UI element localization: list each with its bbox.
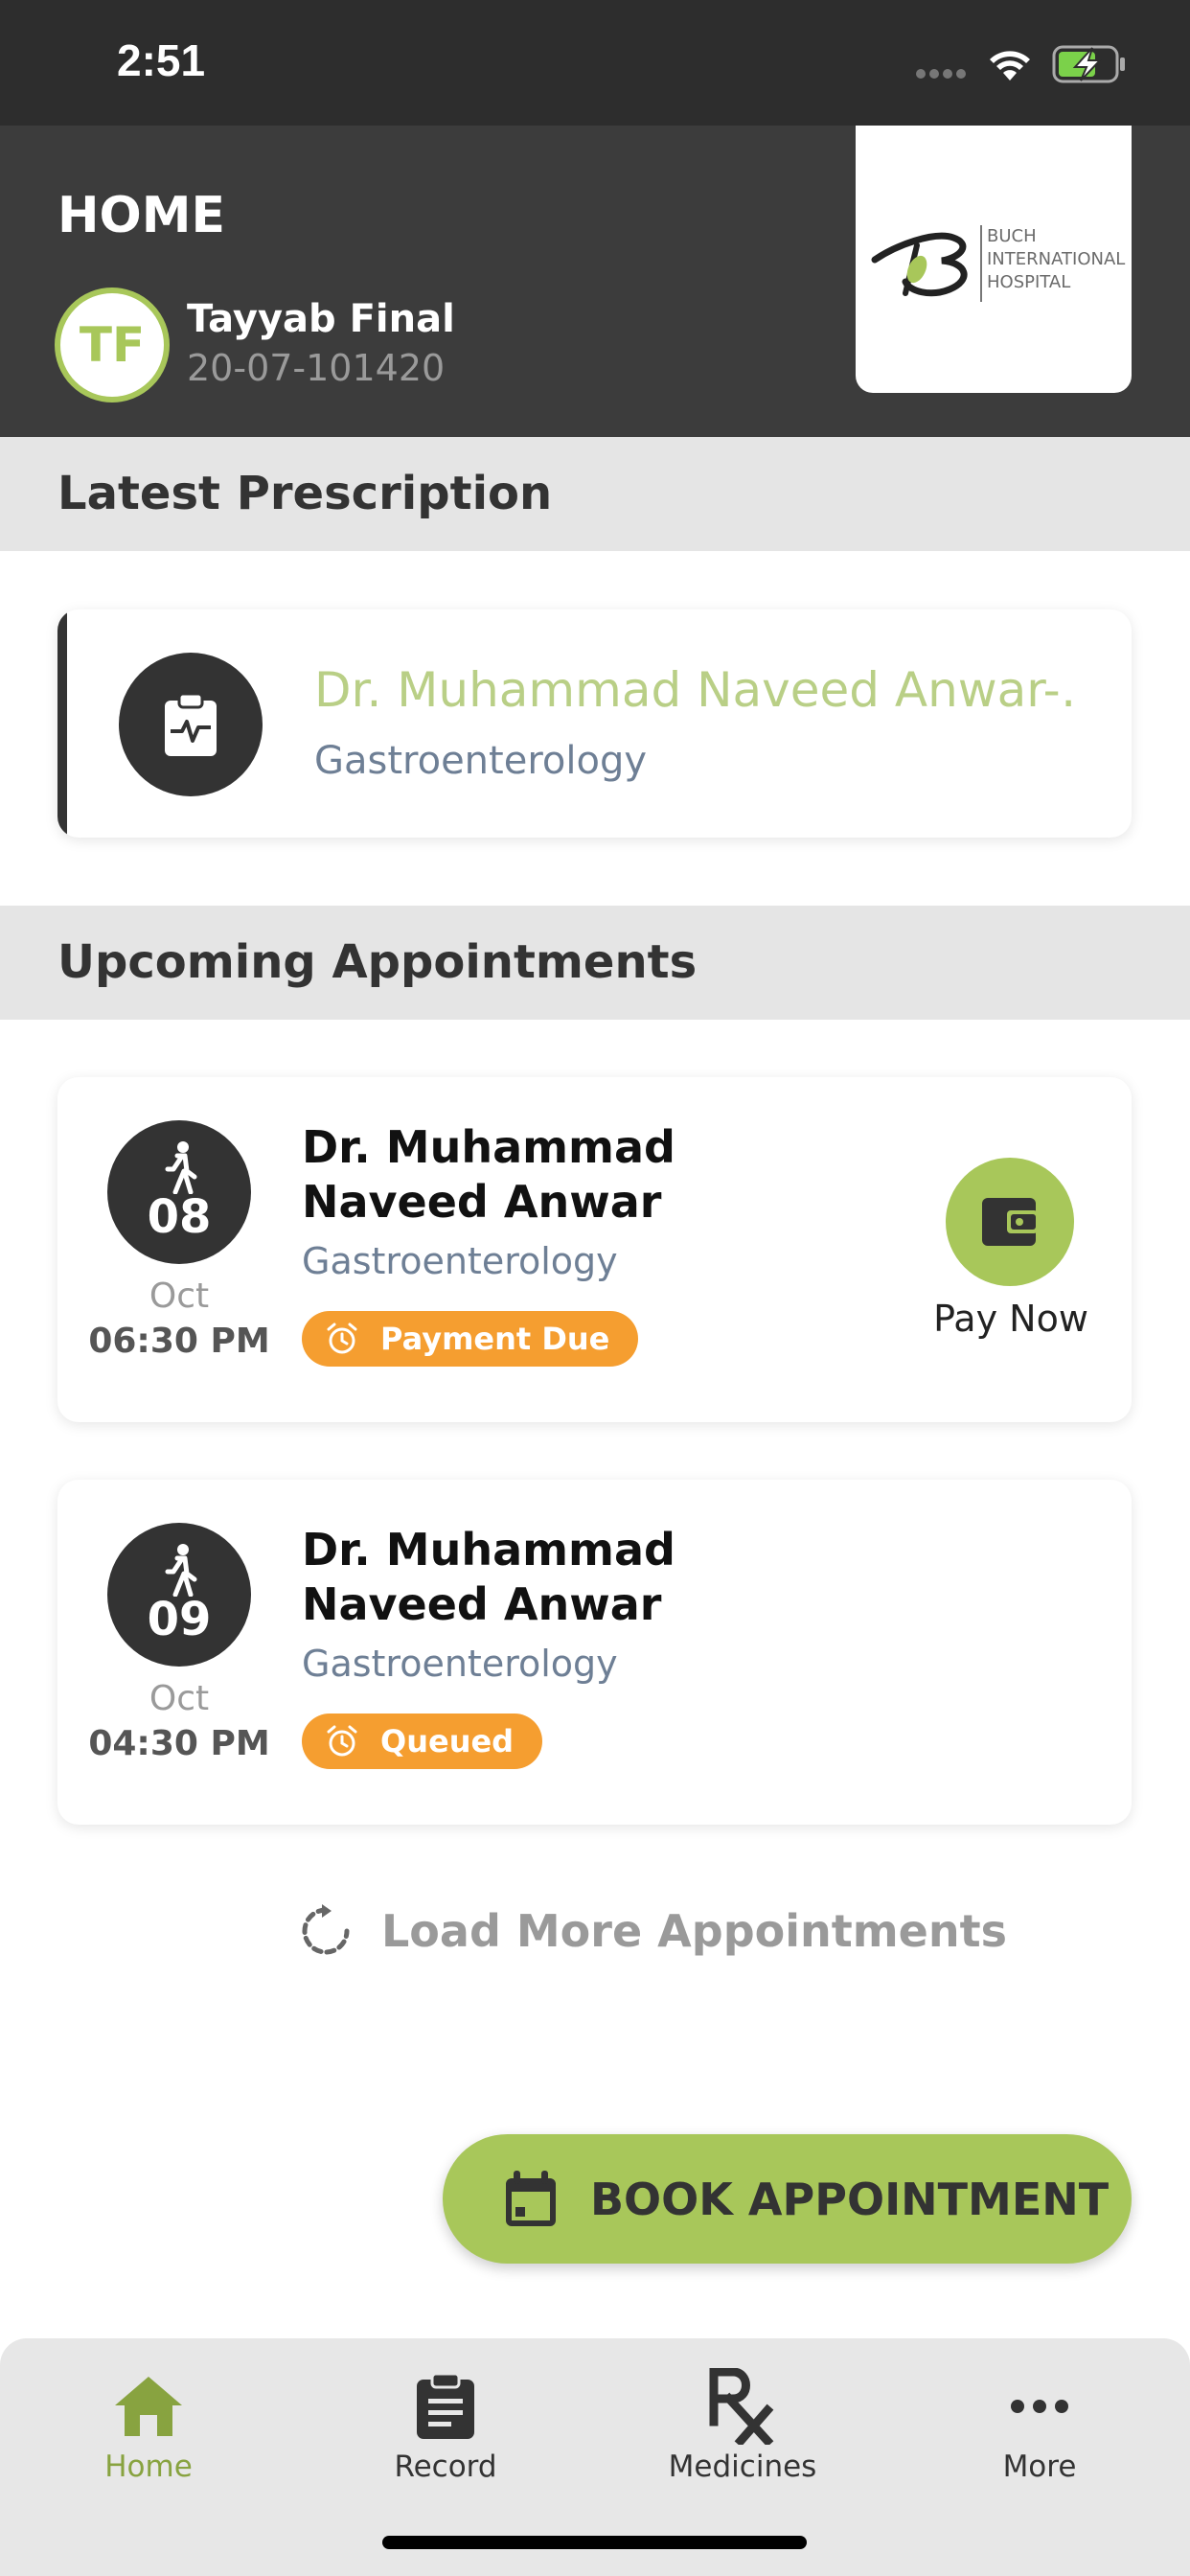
appointment-doctor: Dr. Muhammad Naveed Anwar xyxy=(302,1524,675,1630)
walking-icon xyxy=(165,1544,197,1597)
book-appointment-label[interactable]: BOOK APPOINTMENT xyxy=(590,2174,1109,2225)
load-more-label[interactable]: Load More Appointments xyxy=(381,1905,1007,1957)
appointment-card[interactable]: 08 Oct 06:30 PM Dr. Muhammad Naveed Anwa… xyxy=(57,1077,1132,1422)
alarm-icon xyxy=(327,1322,357,1354)
tab-label: Medicines xyxy=(668,2450,817,2484)
appointment-day: 08 xyxy=(147,1190,212,1244)
hospital-logo-mark xyxy=(871,232,968,297)
walking-icon xyxy=(165,1141,197,1194)
load-more-button[interactable]: Load More Appointments xyxy=(297,1898,1007,1965)
tab-label: Record xyxy=(394,2450,497,2484)
status-badge: Queued xyxy=(302,1714,543,1769)
status-time: 2:51 xyxy=(117,35,206,85)
tab-label: More xyxy=(1002,2450,1077,2484)
logo-divider xyxy=(980,225,982,302)
status-bar: 2:51 xyxy=(0,0,1190,126)
prescription-specialty: Gastroenterology xyxy=(314,739,648,783)
tab-home[interactable]: Home xyxy=(0,2338,297,2501)
section-title-prescription: Latest Prescription xyxy=(57,467,553,520)
appointment-time: 06:30 PM xyxy=(88,1322,270,1361)
more-dots-icon xyxy=(1011,2400,1068,2413)
card-accent xyxy=(57,610,67,838)
calendar-icon xyxy=(506,2170,556,2226)
appointment-specialty: Gastroenterology xyxy=(302,1643,618,1685)
avatar[interactable]: TF xyxy=(55,288,170,402)
appointment-specialty: Gastroenterology xyxy=(302,1240,618,1282)
section-title-appointments: Upcoming Appointments xyxy=(57,935,698,989)
logo-text: BUCH INTERNATIONAL HOSPITAL xyxy=(987,226,1126,292)
signal-icon xyxy=(916,69,966,79)
appointment-time: 04:30 PM xyxy=(88,1724,270,1763)
rx-icon xyxy=(709,2368,774,2445)
status-badge-label: Queued xyxy=(380,1723,515,1760)
status-badge: Payment Due xyxy=(302,1311,639,1367)
refresh-icon xyxy=(302,1904,350,1955)
hospital-logo: BUCH INTERNATIONAL HOSPITAL xyxy=(856,126,1132,393)
appointment-date-badge: 09 xyxy=(107,1523,251,1667)
user-id: 20-07-101420 xyxy=(187,347,446,389)
appointment-month: Oct xyxy=(149,1679,210,1718)
book-appointment-button[interactable]: BOOK APPOINTMENT xyxy=(443,2134,1132,2264)
clipboard-icon xyxy=(417,2372,474,2439)
appointment-date-badge: 08 xyxy=(107,1120,251,1264)
battery-charging-icon xyxy=(1052,45,1125,83)
wallet-icon xyxy=(982,1198,1038,1246)
prescription-doctor[interactable]: Dr. Muhammad Naveed Anwar-… xyxy=(314,662,1081,718)
pay-now-label[interactable]: Pay Now xyxy=(910,1298,1111,1340)
pay-now-button[interactable] xyxy=(946,1158,1074,1286)
tab-record[interactable]: Record xyxy=(297,2338,594,2501)
tab-medicines[interactable]: Medicines xyxy=(594,2338,891,2501)
wifi-icon xyxy=(990,51,1030,80)
home-icon xyxy=(115,2377,182,2436)
clipboard-pulse-icon xyxy=(119,653,263,796)
appointment-doctor: Dr. Muhammad Naveed Anwar xyxy=(302,1121,675,1228)
prescription-card[interactable]: Dr. Muhammad Naveed Anwar-… Gastroentero… xyxy=(57,610,1132,838)
page-title: HOME xyxy=(57,187,225,244)
appointment-card[interactable]: 09 Oct 04:30 PM Dr. Muhammad Naveed Anwa… xyxy=(57,1480,1132,1825)
appointment-month: Oct xyxy=(149,1276,210,1316)
alarm-icon xyxy=(327,1725,357,1757)
home-indicator xyxy=(382,2536,807,2549)
tab-label: Home xyxy=(104,2450,193,2484)
appointment-day: 09 xyxy=(147,1593,212,1646)
tab-more[interactable]: More xyxy=(891,2338,1188,2501)
status-badge-label: Payment Due xyxy=(380,1321,610,1357)
user-name: Tayyab Final xyxy=(187,297,455,341)
